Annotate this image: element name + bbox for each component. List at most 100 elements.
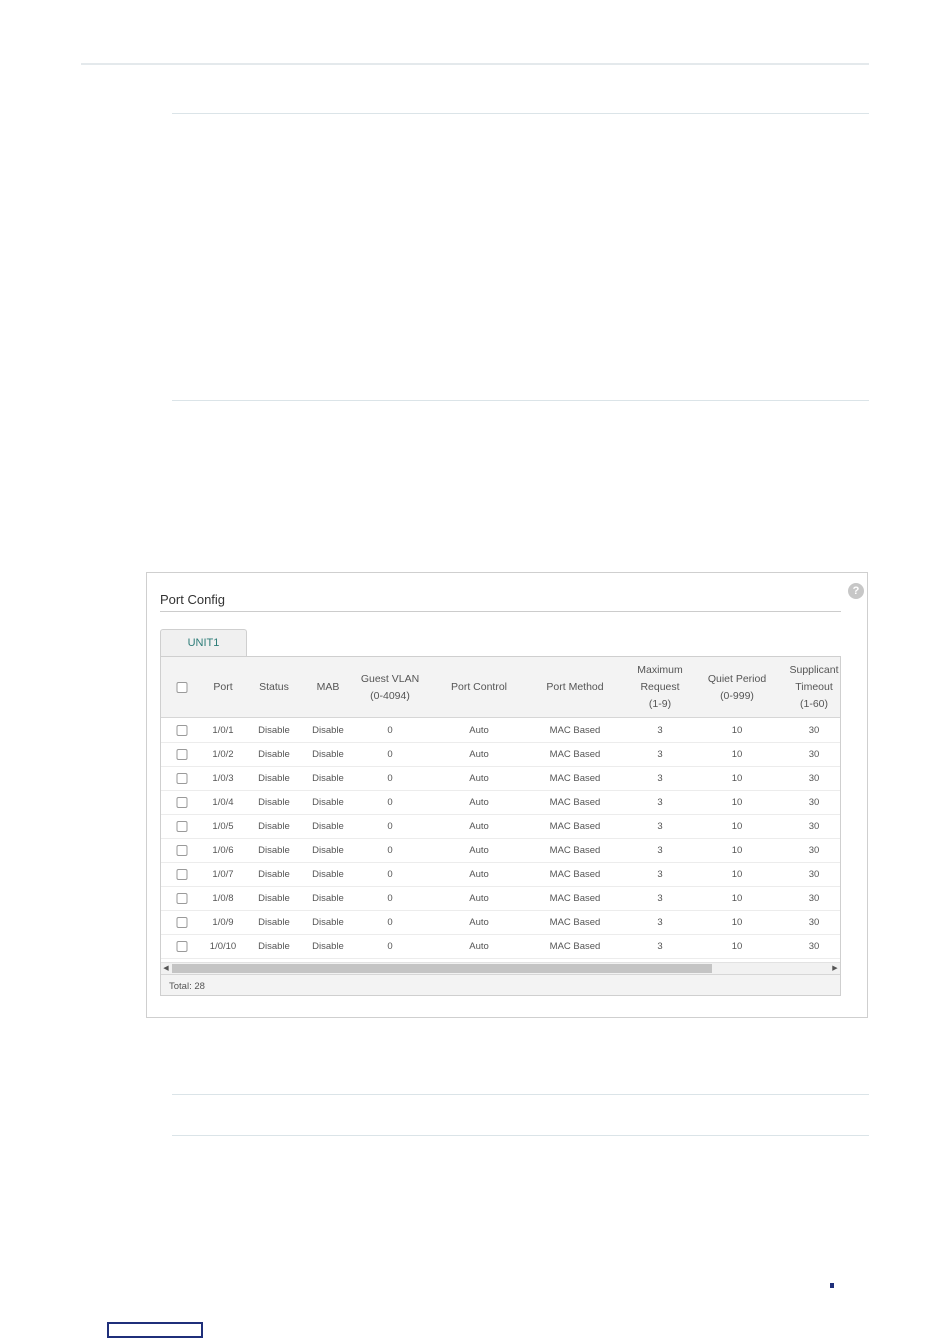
scroll-left-arrow-icon[interactable]: ◀ — [161, 963, 171, 974]
back-link-box[interactable] — [107, 1322, 203, 1338]
cell-quiet-period: 10 — [731, 797, 743, 808]
panel-title: Port Config — [160, 592, 226, 607]
help-icon[interactable]: ? — [848, 583, 864, 599]
cell-quiet-period: 10 — [731, 941, 743, 952]
table-row[interactable]: 1/0/2 Disable Disable 0 Auto MAC Based 3… — [161, 742, 840, 767]
section-divider — [172, 400, 869, 401]
cell-status: Disable — [258, 749, 290, 760]
scroll-right-arrow-icon[interactable]: ▶ — [830, 963, 840, 974]
cell-status: Disable — [258, 917, 290, 928]
row-checkbox[interactable] — [176, 749, 188, 760]
cell-status: Disable — [258, 797, 290, 808]
table-row[interactable]: 1/0/3 Disable Disable 0 Auto MAC Based 3… — [161, 766, 840, 791]
row-checkbox[interactable] — [176, 725, 188, 736]
cell-port-control: Auto — [469, 725, 489, 736]
row-checkbox[interactable] — [176, 821, 188, 832]
cell-supplicant-timeout: 30 — [808, 893, 820, 904]
table-row[interactable]: 1/0/4 Disable Disable 0 Auto MAC Based 3… — [161, 790, 840, 815]
row-checkbox[interactable] — [176, 845, 188, 856]
select-all-checkbox[interactable] — [176, 682, 188, 693]
row-checkbox[interactable] — [176, 917, 188, 928]
table-footer: Total: 28 — [161, 974, 840, 995]
header-max-request-line3: (1-9) — [648, 698, 672, 710]
header-max-request-line2: Request — [640, 681, 680, 693]
header-max-request-line1: Maximum — [637, 664, 683, 676]
cell-max-request: 3 — [657, 917, 663, 928]
cell-port: 1/0/1 — [212, 725, 234, 736]
cell-guest-vlan: 0 — [387, 869, 393, 880]
cell-port-method: MAC Based — [549, 869, 601, 880]
scrollbar-thumb[interactable] — [172, 964, 712, 973]
header-max-request: Maximum Request (1-9) — [637, 662, 683, 713]
cell-max-request: 3 — [657, 893, 663, 904]
header-port-control: Port Control — [450, 681, 508, 693]
cell-mab: Disable — [312, 845, 344, 856]
header-port-method: Port Method — [546, 681, 604, 693]
title-divider — [160, 611, 841, 612]
cell-guest-vlan: 0 — [387, 893, 393, 904]
cell-port-control: Auto — [469, 821, 489, 832]
header-guest-vlan: Guest VLAN (0-4094) — [361, 671, 419, 705]
header-status: Status — [259, 681, 289, 693]
cell-status: Disable — [258, 941, 290, 952]
cell-quiet-period: 10 — [731, 917, 743, 928]
cell-port-method: MAC Based — [549, 941, 601, 952]
cell-mab: Disable — [312, 797, 344, 808]
header-guest-vlan-line1: Guest VLAN — [360, 673, 420, 685]
header-mab: MAB — [316, 681, 340, 693]
table-row[interactable]: 1/0/6 Disable Disable 0 Auto MAC Based 3… — [161, 838, 840, 863]
cell-supplicant-timeout: 30 — [808, 845, 820, 856]
cell-port-control: Auto — [469, 797, 489, 808]
cell-status: Disable — [258, 845, 290, 856]
section-divider — [172, 1135, 869, 1136]
cell-port: 1/0/7 — [212, 869, 234, 880]
port-config-panel: Port Config ? UNIT1 Port Status MAB Gues… — [146, 572, 868, 1018]
cell-supplicant-timeout: 30 — [808, 749, 820, 760]
cell-status: Disable — [258, 821, 290, 832]
cell-port-method: MAC Based — [549, 725, 601, 736]
header-divider — [81, 63, 869, 65]
cell-status: Disable — [258, 869, 290, 880]
table-row[interactable]: 1/0/5 Disable Disable 0 Auto MAC Based 3… — [161, 814, 840, 839]
tab-unit1[interactable]: UNIT1 — [160, 629, 247, 656]
row-checkbox[interactable] — [176, 773, 188, 784]
cell-max-request: 3 — [657, 797, 663, 808]
header-port: Port — [213, 681, 233, 693]
row-checkbox[interactable] — [176, 893, 188, 904]
section-divider — [172, 113, 869, 114]
cell-status: Disable — [258, 725, 290, 736]
table-row[interactable]: 1/0/10 Disable Disable 0 Auto MAC Based … — [161, 934, 840, 959]
row-checkbox[interactable] — [176, 797, 188, 808]
cell-port: 1/0/9 — [212, 917, 234, 928]
table-header: Port Status MAB Guest VLAN (0-4094) Port… — [161, 657, 840, 718]
cell-port: 1/0/10 — [209, 941, 237, 952]
cell-port-method: MAC Based — [549, 773, 601, 784]
header-supplicant-timeout-line2: Timeout — [795, 681, 833, 693]
cell-quiet-period: 10 — [731, 725, 743, 736]
cell-guest-vlan: 0 — [387, 797, 393, 808]
cell-supplicant-timeout: 30 — [808, 941, 820, 952]
cell-supplicant-timeout: 30 — [808, 821, 820, 832]
cell-port-control: Auto — [469, 773, 489, 784]
table-row[interactable]: 1/0/7 Disable Disable 0 Auto MAC Based 3… — [161, 862, 840, 887]
table-row[interactable]: 1/0/9 Disable Disable 0 Auto MAC Based 3… — [161, 910, 840, 935]
cell-mab: Disable — [312, 893, 344, 904]
cell-mab: Disable — [312, 749, 344, 760]
table-row[interactable]: 1/0/1 Disable Disable 0 Auto MAC Based 3… — [161, 718, 840, 743]
horizontal-scrollbar[interactable]: ◀ ▶ — [161, 962, 840, 974]
cell-mab: Disable — [312, 773, 344, 784]
cell-port: 1/0/8 — [212, 893, 234, 904]
cell-status: Disable — [258, 893, 290, 904]
cell-port-method: MAC Based — [549, 821, 601, 832]
cell-port-method: MAC Based — [549, 797, 601, 808]
cell-port-control: Auto — [469, 893, 489, 904]
cell-mab: Disable — [312, 917, 344, 928]
cell-port-control: Auto — [469, 941, 489, 952]
header-supplicant-timeout-line3: (1-60) — [799, 698, 829, 710]
row-checkbox[interactable] — [176, 869, 188, 880]
cell-quiet-period: 10 — [731, 893, 743, 904]
cell-supplicant-timeout: 30 — [808, 917, 820, 928]
table-row[interactable]: 1/0/8 Disable Disable 0 Auto MAC Based 3… — [161, 886, 840, 911]
cell-supplicant-timeout: 30 — [808, 773, 820, 784]
row-checkbox[interactable] — [176, 941, 188, 952]
